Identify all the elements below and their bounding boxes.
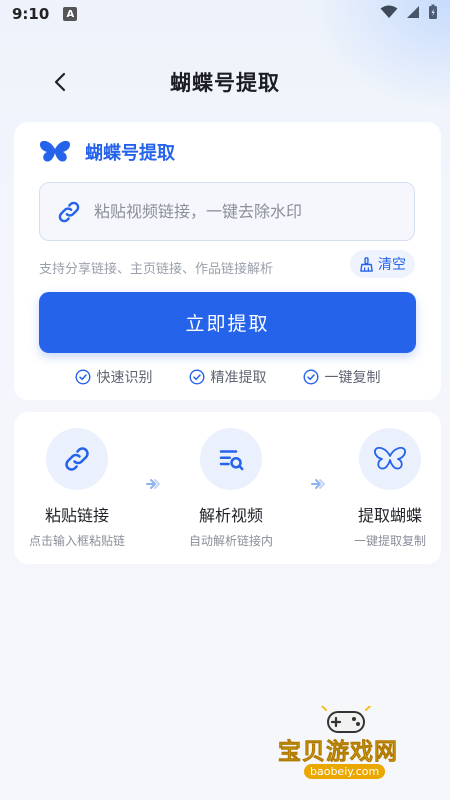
- extract-card: 蝴蝶号提取 支持分享链接、主页链接、作品链接解析 清空 立即提取 快速识别 精准…: [14, 122, 441, 400]
- arrow-right-icon: [311, 479, 325, 489]
- feature-label: 快速识别: [96, 370, 153, 386]
- butterfly-icon: [374, 447, 406, 470]
- butterfly-logo-icon: [39, 140, 71, 162]
- feature-item: 精准提取: [188, 367, 267, 387]
- video-search-icon: [219, 450, 244, 471]
- chevron-left-icon: [54, 72, 66, 92]
- back-button[interactable]: [46, 68, 74, 96]
- feature-item: 快速识别: [74, 367, 153, 387]
- step-desc: 一键提取复制: [353, 534, 426, 548]
- status-bar: 9:10 A: [0, 0, 450, 28]
- check-circle-icon: [302, 369, 319, 385]
- battery-icon: [428, 4, 438, 24]
- check-circle-icon: [188, 369, 205, 385]
- signal-icon: [406, 5, 420, 23]
- step-title: 解析视频: [198, 506, 263, 525]
- feature-label: 一键复制: [324, 370, 381, 386]
- feature-label: 精准提取: [210, 370, 267, 386]
- feature-list: 快速识别 精准提取 一键复制: [14, 367, 441, 387]
- watermark-url: baobeiy.com: [304, 764, 386, 779]
- link-input[interactable]: [94, 202, 384, 221]
- support-text: 支持分享链接、主页链接、作品链接解析: [39, 262, 274, 277]
- brand-title: 蝴蝶号提取: [85, 143, 175, 164]
- step-icon-circle: [200, 428, 262, 490]
- status-time: 9:10: [12, 5, 50, 23]
- feature-item: 一键复制: [302, 367, 381, 387]
- steps-card: 粘贴链接 点击输入框粘贴链 解析视频 自动解析链接内 提取蝴蝶 一键提取复制: [14, 412, 441, 564]
- link-icon: [58, 201, 80, 222]
- step-icon-circle: [359, 428, 421, 490]
- clear-button-label: 清空: [378, 257, 406, 273]
- clear-button[interactable]: 清空: [350, 250, 415, 278]
- link-icon: [65, 447, 89, 471]
- broom-icon: [360, 256, 373, 272]
- site-watermark: 宝贝游戏网 baobeiy.com: [272, 706, 422, 786]
- step-desc: 点击输入框粘贴链: [28, 534, 125, 548]
- check-circle-icon: [74, 369, 91, 385]
- header: 蝴蝶号提取: [0, 58, 450, 106]
- step-title: 提取蝴蝶: [357, 506, 422, 525]
- extract-now-button[interactable]: 立即提取: [39, 292, 416, 353]
- step-icon-circle: [46, 428, 108, 490]
- wifi-icon: [380, 5, 398, 23]
- watermark-title: 宝贝游戏网: [278, 739, 398, 766]
- link-input-box[interactable]: [39, 182, 415, 241]
- arrow-right-icon: [146, 479, 160, 489]
- status-icons: [380, 4, 438, 24]
- step-title: 粘贴链接: [44, 506, 109, 525]
- step-desc: 自动解析链接内: [188, 534, 273, 548]
- page-title: 蝴蝶号提取: [170, 71, 280, 95]
- notification-icon: A: [63, 7, 78, 21]
- brand-row: 蝴蝶号提取: [39, 139, 175, 165]
